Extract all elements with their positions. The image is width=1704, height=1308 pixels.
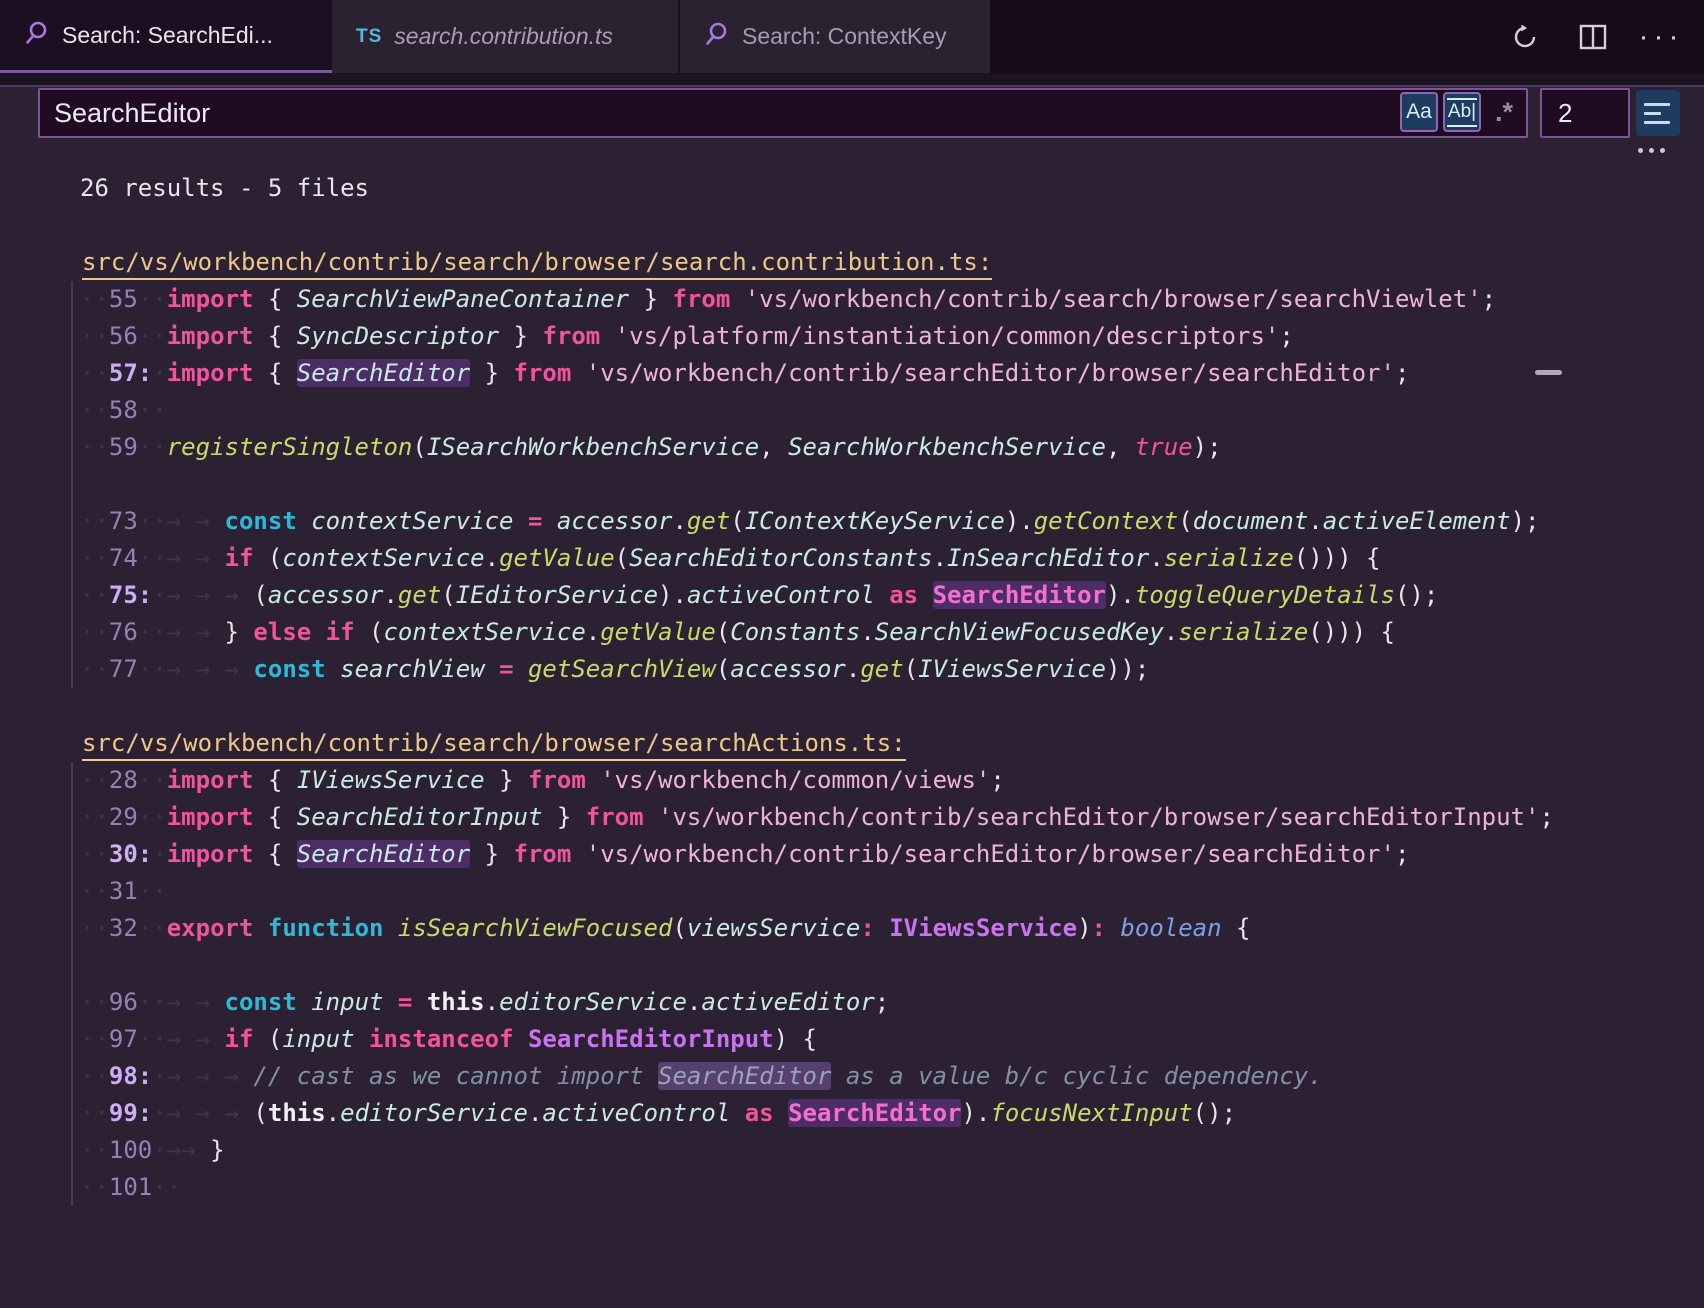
result-line[interactable]: ··28··import { IViewsService } from 'vs/… (80, 762, 1704, 799)
result-line[interactable]: ··31·· (80, 873, 1704, 910)
search-icon (704, 21, 730, 52)
result-line[interactable] (80, 947, 1704, 984)
typescript-file-icon: TS (356, 26, 382, 48)
result-line[interactable]: ··97··→ → if (input instanceof SearchEdi… (80, 1021, 1704, 1058)
result-line[interactable]: ··59··registerSingleton(ISearchWorkbench… (80, 429, 1704, 466)
result-line[interactable]: ··58·· (80, 392, 1704, 429)
search-query-input[interactable] (38, 88, 1528, 138)
tab-search-searcheditor[interactable]: Search: SearchEdi... (0, 0, 332, 73)
file-result-block: ··28··import { IViewsService } from 'vs/… (71, 762, 1704, 1206)
result-line[interactable]: ··73··→ → const contextService = accesso… (80, 503, 1704, 540)
tab-bar: Search: SearchEdi... TS search.contribut… (0, 0, 1704, 73)
result-line[interactable]: ··101·· (80, 1169, 1704, 1206)
file-result-block: ··55··import { SearchViewPaneContainer }… (71, 281, 1704, 688)
result-line[interactable]: ··30:·import { SearchEditor } from 'vs/w… (80, 836, 1704, 873)
result-line[interactable]: ··56··import { SyncDescriptor } from 'vs… (80, 318, 1704, 355)
tab-label: search.contribution.ts (394, 23, 613, 50)
result-line[interactable]: ··32··export function isSearchViewFocuse… (80, 910, 1704, 947)
tab-label: Search: SearchEdi... (62, 22, 273, 49)
match-case-toggle[interactable]: Aa (1400, 92, 1438, 132)
result-line[interactable]: ··77··→ → → const searchView = getSearch… (80, 651, 1704, 688)
result-line[interactable]: ··55··import { SearchViewPaneContainer }… (80, 281, 1704, 318)
search-query-row: Aa Ab| .* (0, 87, 1704, 163)
scrollbar-handle[interactable] (1535, 370, 1562, 375)
result-line[interactable]: ··57:·import { SearchEditor } from 'vs/w… (80, 355, 1704, 392)
results: 26 results - 5 files src/vs/workbench/co… (0, 162, 1704, 1308)
refresh-icon[interactable] (1510, 22, 1540, 52)
regex-toggle[interactable]: .* (1487, 92, 1521, 132)
result-line[interactable]: ··29··import { SearchEditorInput } from … (80, 799, 1704, 836)
tab-label: Search: ContextKey (742, 23, 947, 50)
search-icon (24, 20, 50, 51)
editor-actions: ··· (1510, 0, 1704, 73)
regex-label: .* (1495, 97, 1513, 128)
context-lines-input[interactable] (1540, 88, 1630, 138)
split-editor-icon[interactable] (1578, 22, 1608, 52)
whole-word-label: Ab| (1447, 98, 1477, 127)
whole-word-toggle[interactable]: Ab| (1443, 92, 1481, 132)
toggle-context-lines-button[interactable] (1636, 90, 1680, 136)
more-actions-icon[interactable]: ··· (1646, 22, 1676, 52)
result-line[interactable]: ··100·→→ } (80, 1132, 1704, 1169)
tab-search-contextkey[interactable]: Search: ContextKey (680, 0, 990, 73)
results-summary: 26 results - 5 files (80, 170, 1704, 207)
result-line[interactable]: ··76··→ → } else if (contextService.getV… (80, 614, 1704, 651)
result-line[interactable]: ··99:·→ → → (this.editorService.activeCo… (80, 1095, 1704, 1132)
toggle-search-details-button[interactable] (1638, 142, 1678, 158)
result-line[interactable]: ··96··→ → const input = this.editorServi… (80, 984, 1704, 1021)
result-line[interactable]: ··74··→ → if (contextService.getValue(Se… (80, 540, 1704, 577)
result-line[interactable]: ··75:·→ → → (accessor.get(IEditorService… (80, 577, 1704, 614)
tabbar-bottom-strip (0, 73, 1704, 85)
match-case-label: Aa (1406, 100, 1432, 124)
lines-icon (1644, 103, 1670, 106)
file-heading[interactable]: src/vs/workbench/contrib/search/browser/… (82, 244, 1704, 281)
result-line[interactable] (80, 466, 1704, 503)
file-heading[interactable]: src/vs/workbench/contrib/search/browser/… (82, 725, 1704, 762)
result-line[interactable]: ··98:·→ → → // cast as we cannot import … (80, 1058, 1704, 1095)
tab-search-contribution-ts[interactable]: TS search.contribution.ts (332, 0, 680, 73)
